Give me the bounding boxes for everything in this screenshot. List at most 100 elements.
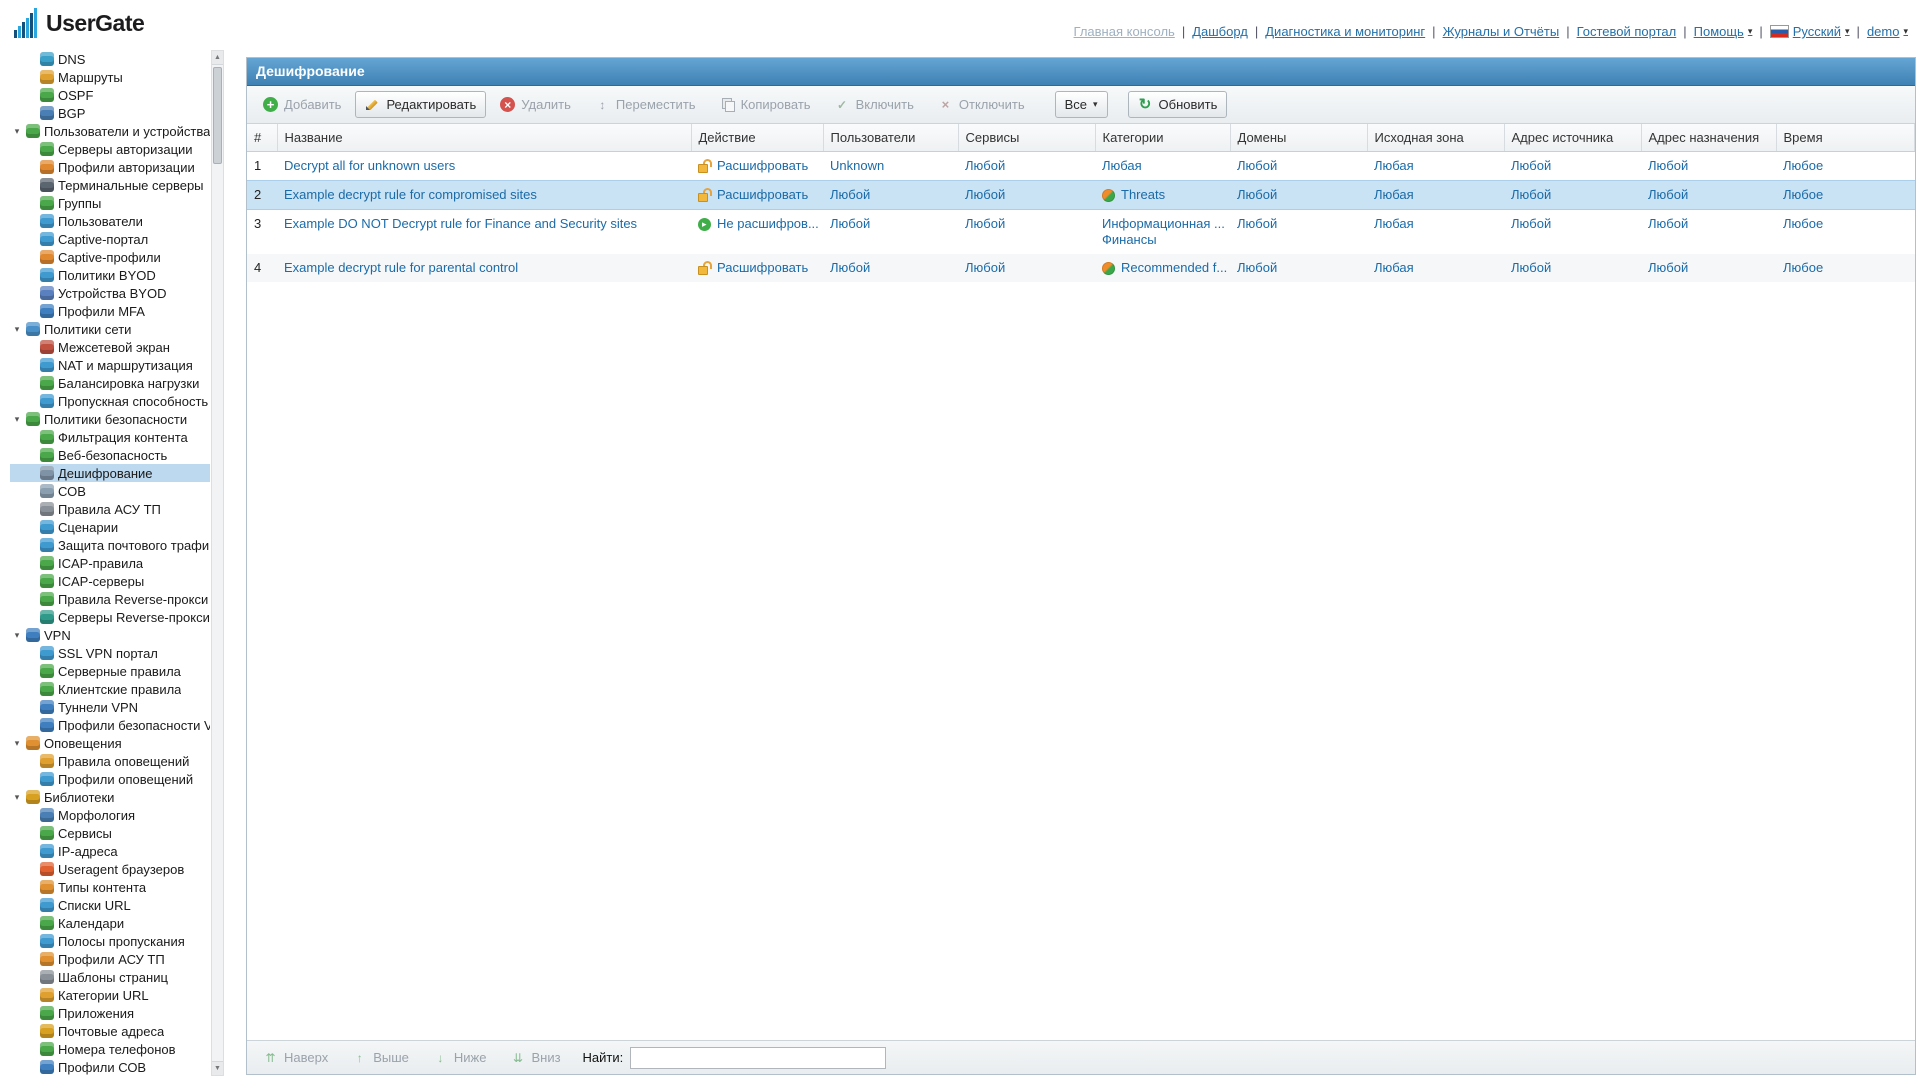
delete-button[interactable]: Удалить xyxy=(490,91,581,118)
services-link[interactable]: Любой xyxy=(965,158,1005,173)
scroll-up-icon[interactable] xyxy=(212,51,223,65)
users-link[interactable]: Unknown xyxy=(830,158,884,173)
sidebar-item-dns[interactable]: DNS xyxy=(10,50,210,68)
action-link[interactable]: Расшифровать xyxy=(717,187,808,202)
sidebar-item-groups[interactable]: Группы xyxy=(10,194,210,212)
sidebar-item-notifications[interactable]: Оповещения xyxy=(10,734,210,752)
expand-caret-icon[interactable] xyxy=(12,630,22,641)
sidebar-item-scada-rules[interactable]: Правила АСУ ТП xyxy=(10,500,210,518)
sidebar-item-bandwidth[interactable]: Пропускная способность xyxy=(10,392,210,410)
category-link[interactable]: Любая xyxy=(1102,158,1142,174)
src_zone-link[interactable]: Любая xyxy=(1374,187,1414,202)
category-link[interactable]: Recommended f... xyxy=(1121,260,1227,276)
users-link[interactable]: Любой xyxy=(830,260,870,275)
sidebar-item-icap-servers[interactable]: ICAP-серверы xyxy=(10,572,210,590)
services-link[interactable]: Любой xyxy=(965,187,1005,202)
domains-link[interactable]: Любой xyxy=(1237,216,1277,231)
scroll-down-icon[interactable] xyxy=(212,1061,223,1075)
sidebar-item-vpn-tunnels[interactable]: Туннели VPN xyxy=(10,698,210,716)
src_addr-link[interactable]: Любой xyxy=(1511,260,1551,275)
sidebar-item-reverse-proxy-rules[interactable]: Правила Reverse-прокси xyxy=(10,590,210,608)
sidebar-item-phone-numbers[interactable]: Номера телефонов xyxy=(10,1040,210,1058)
sidebar-scrollbar[interactable] xyxy=(211,50,224,1076)
move-button[interactable]: Переместить xyxy=(585,91,706,118)
src_addr-link[interactable]: Любой xyxy=(1511,216,1551,231)
sidebar-item-mfa-profiles[interactable]: Профили MFA xyxy=(10,302,210,320)
sidebar-item-reverse-proxy-servers[interactable]: Серверы Reverse-прокси xyxy=(10,608,210,626)
move-down-button[interactable]: Ниже xyxy=(423,1044,497,1071)
sidebar-item-byod-policies[interactable]: Политики BYOD xyxy=(10,266,210,284)
src_zone-link[interactable]: Любая xyxy=(1374,158,1414,173)
sidebar-item-captive-profiles[interactable]: Captive-профили xyxy=(10,248,210,266)
time-link[interactable]: Любое xyxy=(1783,216,1823,231)
sidebar-item-captive-portal[interactable]: Captive-портал xyxy=(10,230,210,248)
column-header-src_addr[interactable]: Адрес источника xyxy=(1504,124,1642,152)
category-link[interactable]: Информационная ... xyxy=(1102,216,1225,232)
column-header-name[interactable]: Название xyxy=(277,124,692,152)
services-link[interactable]: Любой xyxy=(965,216,1005,231)
sidebar-item-security-policies[interactable]: Политики безопасности xyxy=(10,410,210,428)
sidebar-item-scenarios[interactable]: Сценарии xyxy=(10,518,210,536)
move-up-button[interactable]: Выше xyxy=(342,1044,419,1071)
expand-caret-icon[interactable] xyxy=(12,792,22,803)
dst_addr-link[interactable]: Любой xyxy=(1648,187,1688,202)
column-header-services[interactable]: Сервисы xyxy=(958,124,1096,152)
sidebar-item-auth-servers[interactable]: Серверы авторизации xyxy=(10,140,210,158)
dst_addr-link[interactable]: Любой xyxy=(1648,260,1688,275)
sidebar-item-notification-profiles[interactable]: Профили оповещений xyxy=(10,770,210,788)
domains-link[interactable]: Любой xyxy=(1237,187,1277,202)
sidebar-item-load-balancing[interactable]: Балансировка нагрузки xyxy=(10,374,210,392)
move-bottom-button[interactable]: Вниз xyxy=(500,1044,570,1071)
sidebar-item-web-security[interactable]: Веб-безопасность xyxy=(10,446,210,464)
sidebar-item-services[interactable]: Сервисы xyxy=(10,824,210,842)
sidebar-item-users-devices[interactable]: Пользователи и устройства xyxy=(10,122,210,140)
sidebar-item-icap-rules[interactable]: ICAP-правила xyxy=(10,554,210,572)
dst_addr-link[interactable]: Любой xyxy=(1648,216,1688,231)
move-top-button[interactable]: Наверх xyxy=(253,1044,338,1071)
sidebar-item-bandwidth-pools[interactable]: Полосы пропускания xyxy=(10,932,210,950)
sidebar-item-notification-rules[interactable]: Правила оповещений xyxy=(10,752,210,770)
column-header-time[interactable]: Время xyxy=(1776,124,1915,152)
disable-button[interactable]: Отключить xyxy=(928,91,1035,118)
sidebar-item-content-filtering[interactable]: Фильтрация контента xyxy=(10,428,210,446)
category-link[interactable]: Threats xyxy=(1121,187,1165,203)
column-header-categories[interactable]: Категории xyxy=(1095,124,1231,152)
sidebar-item-network-policies[interactable]: Политики сети xyxy=(10,320,210,338)
column-header-dst_addr[interactable]: Адрес назначения xyxy=(1641,124,1777,152)
rule-name-link[interactable]: Example decrypt rule for parental contro… xyxy=(284,260,518,275)
add-button[interactable]: Добавить xyxy=(253,91,351,118)
domains-link[interactable]: Любой xyxy=(1237,158,1277,173)
copy-button[interactable]: Копировать xyxy=(710,91,821,118)
column-header-domains[interactable]: Домены xyxy=(1230,124,1368,152)
dst_addr-link[interactable]: Любой xyxy=(1648,158,1688,173)
nav-link-dashboard[interactable]: Дашборд xyxy=(1192,24,1248,39)
nav-link-main-console[interactable]: Главная консоль xyxy=(1074,24,1175,39)
nav-link-help[interactable]: Помощь xyxy=(1694,24,1753,39)
sidebar-item-nat-routing[interactable]: NAT и маршрутизация xyxy=(10,356,210,374)
table-row[interactable]: 4 Example decrypt rule for parental contr… xyxy=(247,254,1915,282)
sidebar-item-page-templates[interactable]: Шаблоны страниц xyxy=(10,968,210,986)
users-link[interactable]: Любой xyxy=(830,216,870,231)
rule-name-link[interactable]: Example DO NOT Decrypt rule for Finance … xyxy=(284,216,637,231)
src_addr-link[interactable]: Любой xyxy=(1511,158,1551,173)
sidebar-item-routes[interactable]: Маршруты xyxy=(10,68,210,86)
nav-link-logs-reports[interactable]: Журналы и Отчёты xyxy=(1443,24,1560,39)
src_zone-link[interactable]: Любая xyxy=(1374,216,1414,231)
services-link[interactable]: Любой xyxy=(965,260,1005,275)
sidebar-item-ssl-vpn-portal[interactable]: SSL VPN портал xyxy=(10,644,210,662)
rule-name-link[interactable]: Decrypt all for unknown users xyxy=(284,158,455,173)
edit-button[interactable]: Редактировать xyxy=(355,91,487,118)
action-link[interactable]: Не расшифров... xyxy=(717,216,819,231)
table-row[interactable]: 2 Example decrypt rule for compromised si… xyxy=(247,180,1915,210)
rule-name-link[interactable]: Example decrypt rule for compromised sit… xyxy=(284,187,537,202)
time-link[interactable]: Любое xyxy=(1783,187,1823,202)
sidebar-item-ids[interactable]: СОВ xyxy=(10,482,210,500)
sidebar-item-byod-devices[interactable]: Устройства BYOD xyxy=(10,284,210,302)
expand-caret-icon[interactable] xyxy=(12,414,22,425)
enable-button[interactable]: Включить xyxy=(825,91,924,118)
scrollbar-thumb[interactable] xyxy=(213,67,222,164)
time-link[interactable]: Любое xyxy=(1783,260,1823,275)
sidebar-item-libraries[interactable]: Библиотеки xyxy=(10,788,210,806)
expand-caret-icon[interactable] xyxy=(12,738,22,749)
sidebar-item-client-rules[interactable]: Клиентские правила xyxy=(10,680,210,698)
